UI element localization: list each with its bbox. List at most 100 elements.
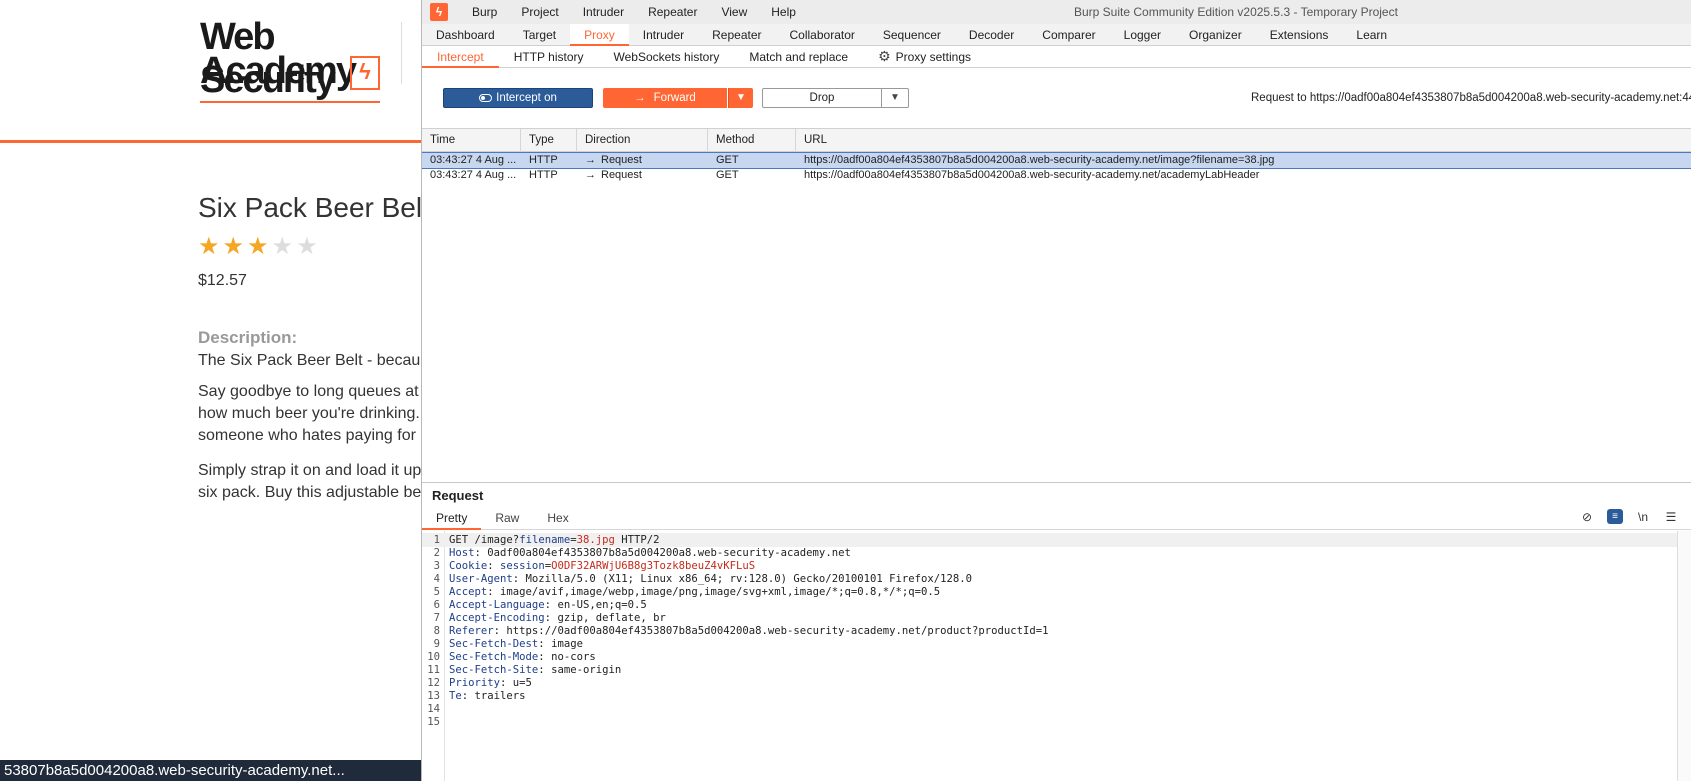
description-line: six pack. Buy this adjustable be [198,484,422,501]
editor-line: 7 Accept-Encoding: gzip, deflate, br [422,611,1678,625]
tab-intruder[interactable]: Intruder [629,24,698,46]
editor-scrollbar[interactable] [1677,531,1691,781]
logo-line2: Academy [200,50,357,92]
request-protocol: HTTP/2 [621,534,660,546]
burp-app-icon[interactable]: ϟ [430,3,448,21]
newline-toggle[interactable]: \n [1635,510,1651,524]
column-url[interactable]: URL [796,129,1691,152]
cookie-name: session [500,560,545,572]
menu-project[interactable]: Project [509,5,570,19]
column-direction[interactable]: Direction [577,129,708,152]
request-target-label: Request to https://0adf00a804ef4353807b8… [1251,92,1691,104]
star-icon: ★ [296,233,318,260]
menu-intruder[interactable]: Intruder [571,5,636,19]
cell-time: 03:43:27 4 Aug ... [430,169,517,181]
description-line: how much beer you're drinking. [198,405,420,422]
cell-direction: → Request [577,153,708,168]
rating-stars: ★ ★ ★ ★ ★ [198,234,318,260]
header-name: Accept-Encoding [449,612,545,624]
tab-repeater[interactable]: Repeater [698,24,775,46]
tab-sequencer[interactable]: Sequencer [869,24,955,46]
line-number: 10 [427,651,440,663]
editor-line: 15 [422,715,1678,729]
line-number: 4 [433,573,440,585]
subtab-match-and-replace[interactable]: Match and replace [734,46,863,68]
editor-line: 11 Sec-Fetch-Site: same-origin [422,663,1678,677]
table-row[interactable]: 03:43:27 4 Aug ... HTTP → Request GET htt… [422,168,1691,183]
editor-line: 12 Priority: u=5 [422,676,1678,690]
line-code: Sec-Fetch-Dest: image [449,638,583,650]
wrap-lines-icon[interactable]: ≡ [1607,509,1623,524]
intercept-toggle-button[interactable]: Intercept on [443,88,593,108]
description-label: Description: [198,328,298,347]
menu-help[interactable]: Help [759,5,808,19]
header-value: image/avif,image/webp,image/png,image/sv… [500,586,941,598]
editor-line: 3 Cookie: session=O0DF32ARWjU6B8g3Tozk8be… [422,559,1678,573]
line-code: Accept-Encoding: gzip, deflate, br [449,612,666,624]
tab-decoder[interactable]: Decoder [955,24,1028,46]
star-icon: ★ [222,233,245,260]
logo-underline [200,101,380,103]
hide-icon[interactable]: ⊘ [1579,510,1595,524]
tab-learn[interactable]: Learn [1342,24,1401,46]
menu-icon[interactable]: ☰ [1663,510,1679,524]
request-view-tabs: Pretty Raw Hex [422,508,1691,530]
menu-repeater[interactable]: Repeater [636,5,709,19]
request-view-options: ⊘ ≡ \n ☰ [1579,509,1679,524]
subtab-proxy-settings[interactable]: ⚙ Proxy settings [863,46,986,68]
header-name: Sec-Fetch-Dest [449,638,539,650]
line-code: Accept: image/avif,image/webp,image/png,… [449,586,941,598]
tab-organizer[interactable]: Organizer [1175,24,1256,46]
description-line: Simply strap it on and load it up [198,462,422,479]
cell-time: 03:43:27 4 Aug ... [430,154,517,166]
line-code: Host: 0adf00a804ef4353807b8a5d004200a8.w… [449,547,851,559]
intercept-label: Intercept on [496,92,557,104]
column-time[interactable]: Time [422,129,521,152]
column-type[interactable]: Type [521,129,577,152]
menu-view[interactable]: View [709,5,759,19]
header-value: https://0adf00a804ef4353807b8a5d004200a8… [506,625,1049,637]
pane-splitter[interactable] [422,482,1691,483]
product-title: Six Pack Beer Belt [198,192,430,223]
menu-bar: ϟ Burp Project Intruder Repeater View He… [422,0,1691,24]
tab-logger[interactable]: Logger [1110,24,1175,46]
direction-text: Request [601,154,642,166]
line-code: Sec-Fetch-Site: same-origin [449,664,622,676]
tab-pretty[interactable]: Pretty [422,508,482,530]
tab-comparer[interactable]: Comparer [1028,24,1109,46]
forward-button[interactable]: → Forward [603,88,727,108]
column-method[interactable]: Method [708,129,796,152]
header-value: trailers [474,690,526,702]
tab-collaborator[interactable]: Collaborator [776,24,869,46]
forward-dropdown-button[interactable]: ▼ [728,88,753,108]
line-code: Accept-Language: en-US,en;q=0.5 [449,599,647,611]
star-icon: ★ [271,233,294,260]
subtab-websockets-history[interactable]: WebSockets history [599,46,735,68]
tab-raw[interactable]: Raw [481,508,533,530]
subtab-http-history[interactable]: HTTP history [499,46,599,68]
tab-extensions[interactable]: Extensions [1256,24,1343,46]
table-row[interactable]: 03:43:27 4 Aug ... HTTP → Request GET htt… [422,152,1691,169]
header-value: u=5 [512,677,532,689]
wsa-logo[interactable]: Web Security Academy ϟ [200,16,410,103]
subtab-intercept[interactable]: Intercept [422,46,499,68]
description-line: someone who hates paying for [198,427,416,444]
tab-dashboard[interactable]: Dashboard [422,24,509,46]
tab-proxy[interactable]: Proxy [570,24,629,46]
menu-burp[interactable]: Burp [460,5,509,19]
drop-dropdown-button[interactable]: ▼ [882,88,909,108]
tab-hex[interactable]: Hex [533,508,582,530]
line-number: 13 [427,690,440,702]
drop-button[interactable]: Drop [762,88,882,108]
arrow-right-icon: → [585,169,596,181]
line-number: 9 [433,638,440,650]
chevron-down-icon: ▼ [736,92,746,103]
cell-type: HTTP [529,169,558,181]
header-value: no-cors [551,651,596,663]
request-method: GET [449,534,469,546]
line-number: 14 [427,703,440,715]
request-editor[interactable]: 1 GET /image?filename=38.jpg HTTP/2 2 Host:… [422,531,1678,781]
header-name: Te [449,690,462,702]
tab-target[interactable]: Target [509,24,570,46]
header-value: gzip, deflate, br [557,612,666,624]
